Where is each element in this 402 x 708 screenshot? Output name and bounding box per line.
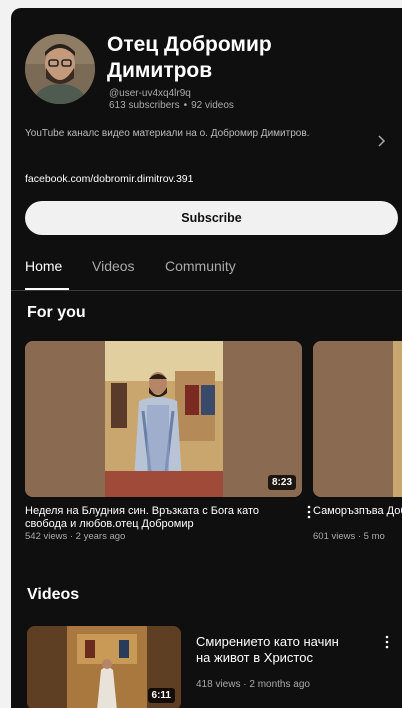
videos-heading: Videos: [27, 586, 80, 603]
more-vert-icon[interactable]: [382, 634, 392, 650]
tab-community[interactable]: Community: [165, 258, 236, 274]
subscriber-count: 613 subscribers: [109, 100, 180, 111]
video-meta: 601 views · 5 mo: [313, 531, 385, 542]
channel-name: Отец Добромир Димитров: [107, 33, 272, 82]
video-thumbnail[interactable]: 8:23: [25, 341, 302, 497]
video-count: 92 videos: [191, 100, 234, 111]
tab-home[interactable]: Home: [25, 258, 62, 274]
video-list-item[interactable]: 6:11 Смирението като начин на живот в Хр…: [27, 626, 402, 708]
video-title[interactable]: Неделя на Блудния син. Връзката с Бога к…: [25, 505, 287, 531]
subscribe-button[interactable]: Subscribe: [25, 201, 398, 235]
video-title[interactable]: Смирението като начин на живот в Христос: [196, 634, 356, 666]
for-you-heading: For you: [27, 304, 86, 321]
stats-separator: •: [183, 100, 188, 111]
tab-videos[interactable]: Videos: [92, 258, 135, 274]
channel-tabs: Home Videos Community: [11, 253, 402, 291]
video-thumbnail[interactable]: 6:11: [27, 626, 181, 708]
video-card[interactable]: 8:23 Неделя на Блудния син. Връзката с Б…: [25, 341, 311, 542]
channel-handle: @user-uv4xq4lr9q: [109, 88, 191, 99]
video-title[interactable]: Саморъзпъва Добромир Ди: [313, 505, 402, 518]
channel-stats: 613 subscribers • 92 videos: [109, 100, 234, 111]
video-thumbnail[interactable]: [313, 341, 402, 497]
video-duration: 8:23: [267, 475, 296, 490]
channel-avatar[interactable]: [25, 34, 95, 104]
channel-header: Отец Добромир Димитров @user-uv4xq4lr9q …: [25, 32, 402, 111]
channel-description[interactable]: YouTube каналс видео материали на о. Доб…: [25, 126, 325, 141]
channel-page: Отец Добромир Димитров @user-uv4xq4lr9q …: [11, 8, 402, 708]
video-duration: 6:11: [147, 688, 175, 703]
video-meta: 542 views · 2 years ago: [25, 531, 126, 542]
channel-link[interactable]: facebook.com/dobromir.dimitrov.391: [25, 173, 193, 185]
video-card[interactable]: Саморъзпъва Добромир Ди 601 views · 5 mo: [313, 341, 402, 542]
active-tab-indicator: [25, 288, 69, 290]
chevron-right-icon[interactable]: [374, 134, 388, 148]
video-meta: 418 views · 2 months ago: [196, 679, 310, 690]
